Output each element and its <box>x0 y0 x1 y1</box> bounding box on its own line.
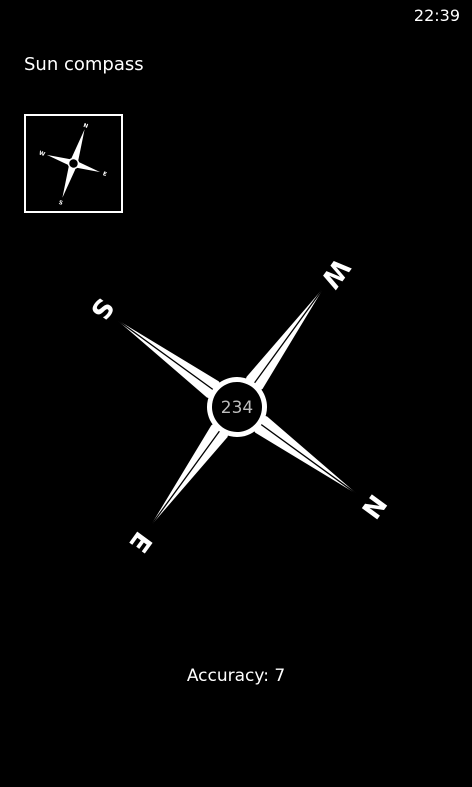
heading-value: 234 <box>221 398 253 418</box>
east-label: E <box>122 526 157 558</box>
west-label: W <box>314 253 355 294</box>
south-label: S <box>84 292 119 325</box>
accuracy-label: Accuracy: 7 <box>186 666 286 686</box>
north-label: N <box>355 488 392 523</box>
